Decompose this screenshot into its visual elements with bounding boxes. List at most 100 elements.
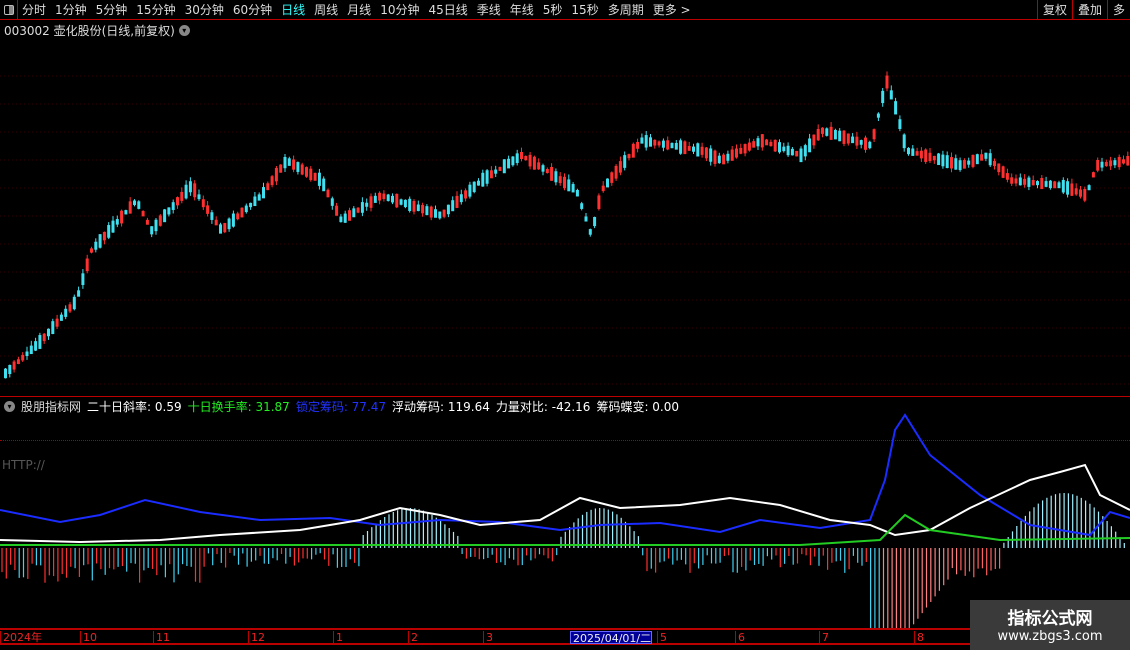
locked-chip-line [0, 413, 1130, 537]
candle-body [378, 192, 382, 201]
candle-body [107, 225, 111, 238]
candle-body [317, 172, 321, 186]
candle-body [42, 333, 46, 342]
candle-body [726, 153, 730, 161]
candle-body [365, 202, 369, 207]
candle-body [494, 169, 498, 174]
time-axis-tick: 3 [483, 631, 493, 644]
candle-body [700, 146, 704, 155]
candle-body [352, 208, 356, 218]
candle-body [373, 195, 377, 203]
candle-body [661, 140, 665, 148]
candle-body [872, 129, 876, 140]
candle-body [623, 155, 627, 168]
time-axis-tick: 12 [248, 631, 265, 644]
candle-body [507, 158, 511, 169]
candle-body [889, 90, 893, 100]
candle-body [59, 314, 63, 321]
candle-body [881, 90, 885, 104]
candle-body [631, 143, 635, 158]
candle-body [722, 154, 726, 165]
candle-body [958, 160, 962, 171]
candle-body [704, 147, 708, 159]
time-axis-tick: 2 [408, 631, 418, 644]
candle-body [859, 140, 863, 145]
candle-body [950, 157, 953, 169]
time-axis-tick: 1 [333, 631, 343, 644]
candle-body [1001, 166, 1005, 178]
candle-body [558, 176, 562, 184]
candle-body [133, 200, 136, 205]
indicator-name: 股朋指标网 [21, 400, 82, 414]
candle-body [197, 194, 201, 200]
candle-body [593, 216, 597, 227]
candle-body [1040, 177, 1044, 190]
candle-body [25, 351, 29, 357]
candle-body [335, 205, 339, 216]
candle-body [962, 160, 966, 169]
candle-body [421, 205, 425, 214]
candle-body [188, 181, 192, 193]
candle-body [171, 202, 175, 210]
candle-body [300, 164, 304, 175]
candle-body [1126, 156, 1130, 166]
candle-body [988, 153, 992, 166]
candle-body [201, 199, 205, 208]
candle-body [614, 165, 618, 179]
candle-body [670, 142, 674, 149]
candle-body [717, 155, 721, 164]
candle-body [47, 328, 50, 337]
candle-body [545, 169, 549, 174]
candle-body [249, 202, 253, 208]
candle-body [343, 213, 347, 223]
candle-body [1091, 172, 1095, 178]
candle-body [1083, 188, 1087, 201]
candle-body [206, 205, 210, 214]
candle-body [735, 148, 738, 158]
candle-body [270, 176, 274, 186]
candle-body [382, 193, 386, 200]
candle-body [154, 219, 158, 232]
candle-body [1079, 189, 1082, 197]
candle-body [296, 162, 300, 172]
candle-body [1070, 183, 1074, 196]
time-axis-tick[interactable]: 2025/04/01/二 [570, 631, 653, 645]
candle-body [446, 204, 450, 215]
candle-body [696, 143, 700, 157]
candle-body [236, 213, 240, 220]
candle-body [644, 135, 648, 148]
indicator-http-label: HTTP:// [2, 458, 45, 472]
candle-body [1031, 180, 1035, 186]
candle-body [348, 210, 351, 221]
candle-body [1005, 173, 1009, 180]
candle-body [515, 153, 519, 164]
candle-body [498, 166, 502, 171]
candle-body [412, 200, 416, 212]
candle-body [915, 151, 919, 156]
candle-body [993, 160, 996, 167]
candle-body [219, 224, 222, 234]
candle-body [464, 190, 468, 199]
candle-body [90, 248, 93, 253]
candle-body [477, 180, 480, 186]
candle-body [438, 211, 442, 219]
candle-body [29, 345, 33, 355]
time-axis-tick: 10 [80, 631, 97, 644]
candle-body [313, 172, 317, 181]
kline-chart[interactable] [0, 0, 1130, 628]
candle-body [429, 206, 433, 218]
time-axis-tick: 8 [914, 631, 924, 644]
candle-body [1023, 178, 1027, 185]
candle-body [709, 148, 713, 162]
candle-body [77, 290, 81, 297]
candle-body [434, 209, 437, 218]
indicator-menu-icon[interactable]: ▾ [4, 401, 15, 412]
candle-body [369, 196, 373, 208]
candle-body [1113, 160, 1117, 166]
candle-body [945, 155, 949, 169]
candle-body [1014, 178, 1018, 184]
candle-body [679, 140, 683, 154]
candle-body [532, 156, 536, 170]
candle-body [425, 206, 429, 216]
candle-body [795, 150, 799, 157]
